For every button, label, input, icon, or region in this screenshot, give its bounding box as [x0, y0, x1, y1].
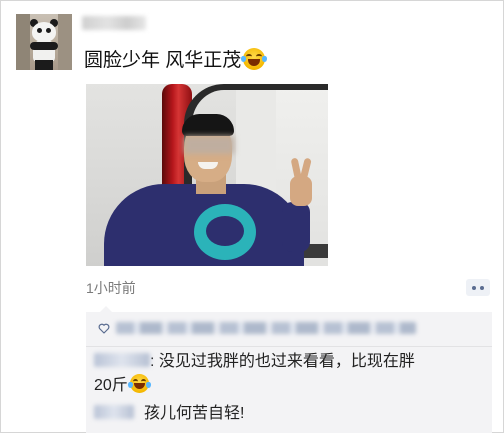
heart-outline-icon — [98, 323, 110, 334]
commenter-name-blurred[interactable] — [94, 353, 150, 367]
user-name-blurred[interactable] — [82, 16, 146, 30]
grinning-sweat-emoji-icon — [127, 374, 151, 393]
comment-text: : 没见过我胖的也过来看看，比现在胖 — [150, 353, 415, 370]
post-text: 圆脸少年 风华正茂 — [84, 48, 268, 73]
likers-names-blurred[interactable] — [116, 322, 416, 334]
more-actions-button[interactable] — [466, 279, 490, 296]
post-text-content: 圆脸少年 风华正茂 — [84, 50, 242, 71]
grinning-sweat-emoji-icon — [241, 48, 268, 70]
comment-item[interactable]: : 没见过我胖的也过来看看，比现在胖 20斤 — [94, 350, 484, 398]
post-timestamp: 1小时前 — [86, 280, 136, 296]
comment-text-line2: 20斤 — [94, 377, 128, 394]
more-dots-icon — [472, 285, 476, 290]
likes-row — [86, 312, 492, 347]
comment-item[interactable]: 孩儿何苦自轻! — [94, 402, 244, 426]
commenter-name-blurred[interactable] — [94, 405, 134, 419]
post-photo[interactable] — [86, 84, 328, 266]
comments-panel: : 没见过我胖的也过来看看，比现在胖 20斤 孩儿何苦自轻! — [86, 306, 492, 433]
user-avatar[interactable] — [16, 14, 72, 70]
comment-text: 孩儿何苦自轻! — [144, 405, 245, 422]
